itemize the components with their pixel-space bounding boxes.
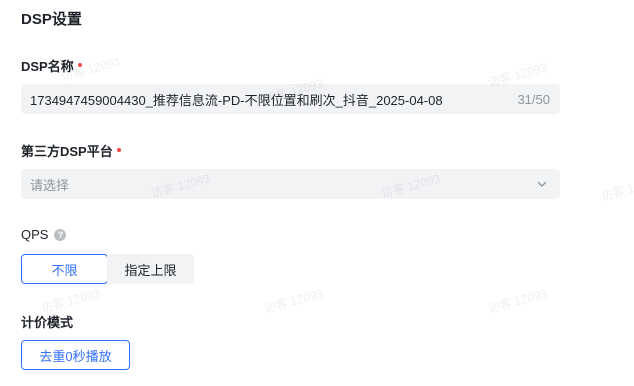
pricing-mode-label-text: 计价模式 [21, 315, 74, 330]
third-party-dsp-select[interactable]: 请选择 [21, 169, 560, 199]
watermark: 访客 12093 [599, 174, 634, 204]
qps-option-unlimited[interactable]: 不限 [21, 254, 108, 284]
character-counter: 31/50 [517, 91, 550, 107]
watermark: 访客 12093 [486, 286, 549, 316]
dsp-name-label: DSP名称 [21, 56, 82, 75]
qps-label: QPS ? [21, 227, 67, 242]
dsp-name-input[interactable]: 1734947459004430_推荐信息流-PD-不限位置和刷次_抖音_202… [21, 84, 560, 114]
third-party-dsp-label-text: 第三方DSP平台 [21, 144, 113, 159]
dsp-name-value[interactable]: 1734947459004430_推荐信息流-PD-不限位置和刷次_抖音_202… [30, 90, 443, 109]
dsp-settings-panel: DSP设置 DSP名称 1734947459004430_推荐信息流-PD-不限… [0, 0, 634, 386]
third-party-dsp-label: 第三方DSP平台 [21, 141, 121, 160]
pricing-option-dedup-0s-play[interactable]: 去重0秒播放 [21, 340, 130, 370]
required-indicator [116, 147, 121, 152]
dsp-name-label-text: DSP名称 [21, 59, 74, 74]
qps-label-text: QPS [21, 227, 49, 242]
pricing-mode-label: 计价模式 [21, 312, 73, 331]
section-title: DSP设置 [21, 11, 82, 28]
required-indicator [77, 62, 82, 67]
watermark: 访客 12093 [262, 286, 325, 316]
question-circle-icon[interactable]: ? [54, 228, 67, 241]
qps-option-set-limit[interactable]: 指定上限 [107, 254, 194, 284]
chevron-down-icon[interactable] [536, 178, 548, 190]
select-placeholder: 请选择 [30, 177, 70, 193]
